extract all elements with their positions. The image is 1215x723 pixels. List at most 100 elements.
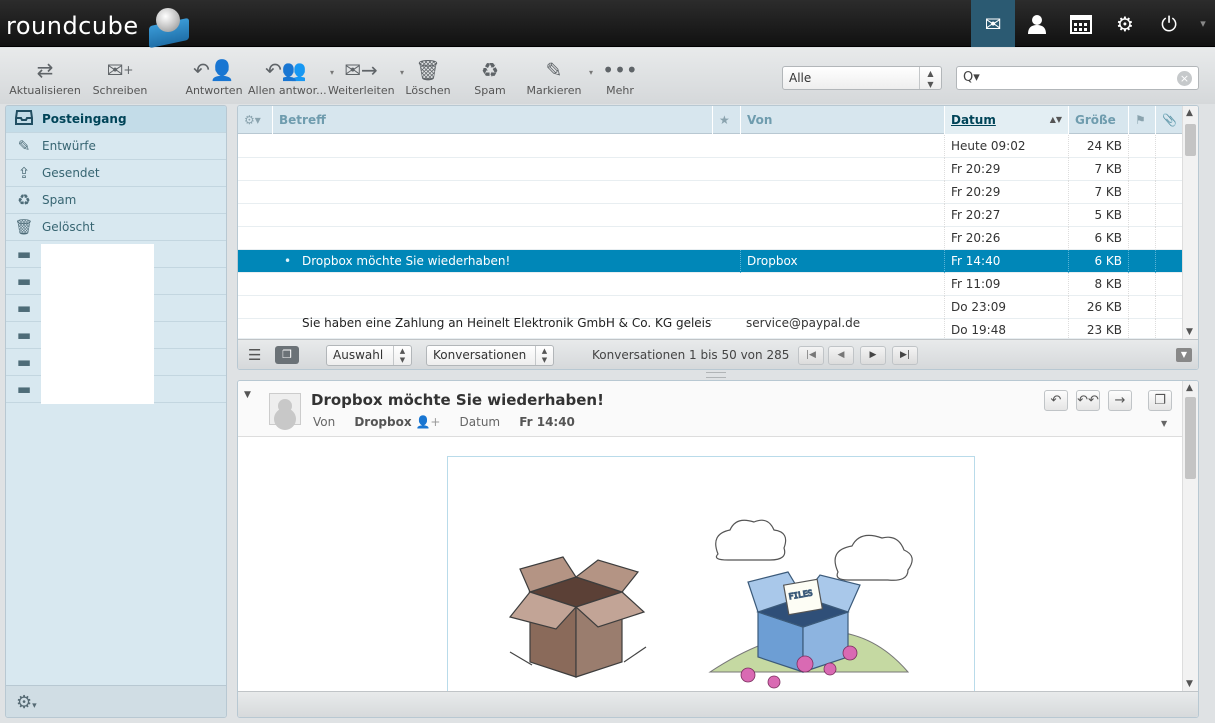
mark-button[interactable]: ✎ Markieren ▾ bbox=[525, 56, 593, 97]
table-row-selected[interactable]: • Dropbox möchte Sie wiederhaben! Dropbo… bbox=[238, 250, 1183, 273]
calendar-task-icon[interactable] bbox=[1059, 0, 1103, 47]
scroll-down-icon[interactable]: ▼ bbox=[1186, 327, 1193, 337]
row-date: Fr 20:26 bbox=[944, 227, 1068, 250]
column-from[interactable]: Von bbox=[740, 106, 944, 134]
folder-sent[interactable]: ⇪ Gesendet bbox=[6, 160, 226, 187]
forward-button[interactable]: ✉→ Weiterleiten ▾ bbox=[328, 56, 404, 97]
row-flag[interactable] bbox=[1128, 227, 1155, 250]
folder-icon: ▬ bbox=[16, 326, 32, 344]
table-row[interactable]: Fr 20:26 6 KB bbox=[238, 227, 1183, 250]
table-row[interactable]: Fr 20:27 5 KB bbox=[238, 204, 1183, 227]
row-flag[interactable] bbox=[1128, 204, 1155, 227]
reply-icon[interactable]: ↶ bbox=[1044, 390, 1068, 411]
row-size: 7 KB bbox=[1068, 158, 1128, 181]
row-date: Fr 20:27 bbox=[944, 204, 1068, 227]
list-options-icon[interactable]: ⚙▾ bbox=[238, 106, 272, 134]
add-contact-icon[interactable]: 👤+ bbox=[415, 415, 440, 429]
contacts-task-icon[interactable] bbox=[1015, 0, 1059, 47]
message-list-scrollbar[interactable]: ▲ ▼ bbox=[1182, 106, 1198, 339]
preview-scrollbar[interactable]: ▲ ▼ bbox=[1182, 381, 1198, 691]
table-row[interactable]: Fr 11:09 8 KB bbox=[238, 273, 1183, 296]
spam-button[interactable]: ♻ Spam bbox=[470, 56, 510, 97]
column-subject[interactable]: Betreff bbox=[272, 106, 712, 134]
row-flag[interactable] bbox=[1128, 158, 1155, 181]
threads-dropdown[interactable]: Konversationen ▲ ▼ bbox=[426, 345, 554, 366]
forward-dropdown-icon[interactable]: ▾ bbox=[400, 68, 404, 77]
last-page-button[interactable]: ▶| bbox=[892, 346, 918, 365]
scroll-thumb[interactable] bbox=[1185, 397, 1196, 479]
delete-button[interactable]: 🗑 Löschen bbox=[405, 56, 451, 97]
forward-icon[interactable]: → bbox=[1108, 390, 1132, 411]
from-value[interactable]: Dropbox bbox=[354, 415, 411, 429]
scroll-up-icon[interactable]: ▲ bbox=[1186, 108, 1193, 118]
folder-spam[interactable]: ♻ Spam bbox=[6, 187, 226, 214]
toggle-preview-icon[interactable]: ▼ bbox=[1176, 348, 1192, 362]
search-options-icon[interactable]: Q▾ bbox=[963, 70, 980, 85]
refresh-button[interactable]: ⇄ Aktualisieren bbox=[8, 56, 82, 97]
logout-task-icon[interactable]: ⏻ bbox=[1147, 0, 1191, 47]
prev-page-button[interactable]: ◀ bbox=[828, 346, 854, 365]
folder-drafts[interactable]: ✎ Entwürfe bbox=[6, 133, 226, 160]
row-subject bbox=[272, 227, 712, 250]
row-subject bbox=[272, 135, 712, 158]
row-flag[interactable] bbox=[1128, 135, 1155, 158]
table-row[interactable]: Fr 20:29 7 KB bbox=[238, 158, 1183, 181]
scroll-thumb[interactable] bbox=[1185, 124, 1196, 156]
row-flag[interactable] bbox=[1128, 250, 1155, 273]
task-menu: ✉ ⚙ ⏻ ▾ bbox=[971, 0, 1215, 47]
collapse-header-icon[interactable]: ▼ bbox=[244, 390, 251, 400]
from-label: Von bbox=[313, 415, 336, 429]
dropbox-illustration: FILES bbox=[508, 519, 913, 689]
row-attachment bbox=[1155, 204, 1183, 227]
next-page-button[interactable]: ▶ bbox=[860, 346, 886, 365]
filter-select[interactable]: Alle ▲ ▼ bbox=[782, 66, 942, 90]
reply-all-icon[interactable]: ↶↶ bbox=[1076, 390, 1100, 411]
refresh-label: Aktualisieren bbox=[9, 84, 81, 97]
flag-column-icon[interactable]: ⚑ bbox=[1128, 106, 1155, 134]
mail-task-icon[interactable]: ✉ bbox=[971, 0, 1015, 47]
settings-task-icon[interactable]: ⚙ bbox=[1103, 0, 1147, 47]
row-from bbox=[740, 227, 944, 250]
spam-icon: ♻ bbox=[481, 58, 499, 82]
clear-search-icon[interactable]: × bbox=[1177, 71, 1192, 86]
first-page-button[interactable]: |◀ bbox=[798, 346, 824, 365]
mark-dropdown-icon[interactable]: ▾ bbox=[589, 68, 593, 77]
row-from bbox=[740, 135, 944, 158]
row-date: Fr 20:29 bbox=[944, 181, 1068, 204]
more-button[interactable]: ••• Mehr bbox=[600, 56, 640, 97]
more-label: Mehr bbox=[606, 84, 634, 97]
open-new-window-icon[interactable]: ❐ bbox=[1148, 390, 1172, 411]
mark-label: Markieren bbox=[526, 84, 582, 97]
folder-settings-gear-icon[interactable]: ⚙▾ bbox=[16, 692, 37, 713]
column-size[interactable]: Größe bbox=[1068, 106, 1128, 134]
folder-inbox[interactable]: Posteingang bbox=[6, 106, 226, 133]
sort-icon: ▲▼ bbox=[1049, 115, 1062, 124]
select-dropdown[interactable]: Auswahl ▲ ▼ bbox=[326, 345, 412, 366]
more-tasks-icon[interactable]: ▾ bbox=[1191, 0, 1215, 47]
table-row[interactable]: Sie haben eine Zahlung an Heinelt Elektr… bbox=[238, 316, 1183, 342]
pane-splitter[interactable] bbox=[706, 372, 726, 378]
table-row[interactable]: Heute 09:02 24 KB bbox=[238, 135, 1183, 158]
folder-trash[interactable]: 🗑 Gelöscht bbox=[6, 214, 226, 241]
preview-subject: Dropbox möchte Sie wiederhaben! bbox=[311, 391, 604, 409]
table-row[interactable]: Fr 20:29 7 KB bbox=[238, 181, 1183, 204]
reply-button[interactable]: ↶👤 Antworten bbox=[185, 56, 243, 97]
attachment-column-icon[interactable]: 📎 bbox=[1155, 106, 1183, 134]
row-attachment bbox=[1155, 135, 1183, 158]
row-flag[interactable] bbox=[1128, 181, 1155, 204]
compose-button[interactable]: ✉ + Schreiben bbox=[90, 56, 150, 97]
row-flag[interactable] bbox=[1128, 296, 1155, 319]
scroll-up-icon[interactable]: ▲ bbox=[1186, 383, 1193, 393]
list-view-icon[interactable]: ☰ bbox=[248, 346, 261, 364]
folder-icon: ▬ bbox=[16, 245, 32, 263]
header-options-icon[interactable]: ▼ bbox=[1161, 419, 1167, 428]
row-flag[interactable] bbox=[1128, 273, 1155, 296]
flag-column-star-icon[interactable]: ★ bbox=[712, 106, 740, 134]
message-list-header: ⚙▾ Betreff ★ Von Datum ▲▼ Größe ⚑ 📎 bbox=[238, 106, 1183, 134]
reply-all-button[interactable]: ↶👥 Allen antwor... ▾ bbox=[248, 56, 334, 97]
scroll-down-icon[interactable]: ▼ bbox=[1186, 679, 1193, 689]
column-date[interactable]: Datum ▲▼ bbox=[944, 106, 1068, 134]
roundcube-logo[interactable]: roundcube bbox=[6, 8, 193, 49]
threads-view-icon[interactable]: ❐ bbox=[275, 346, 299, 364]
search-input[interactable]: Q▾ × bbox=[956, 66, 1199, 90]
